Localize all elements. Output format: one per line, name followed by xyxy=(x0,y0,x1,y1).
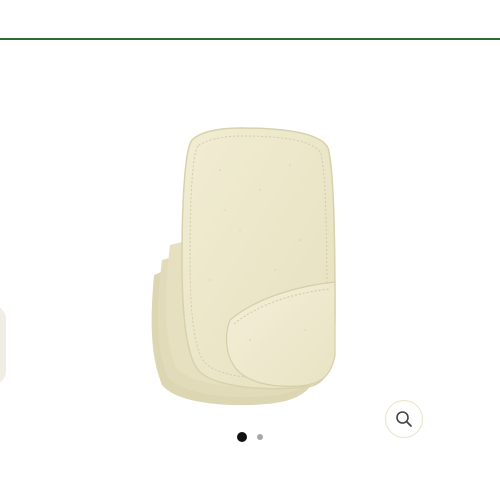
product-page xyxy=(0,0,500,500)
pagination-dot-active[interactable] xyxy=(237,432,247,442)
search-icon xyxy=(396,411,412,427)
gallery-pagination xyxy=(0,430,500,444)
product-image[interactable] xyxy=(130,110,370,430)
pagination-dot[interactable] xyxy=(257,434,263,440)
product-image-gallery[interactable] xyxy=(0,40,500,438)
previous-image-peek[interactable] xyxy=(0,305,6,385)
